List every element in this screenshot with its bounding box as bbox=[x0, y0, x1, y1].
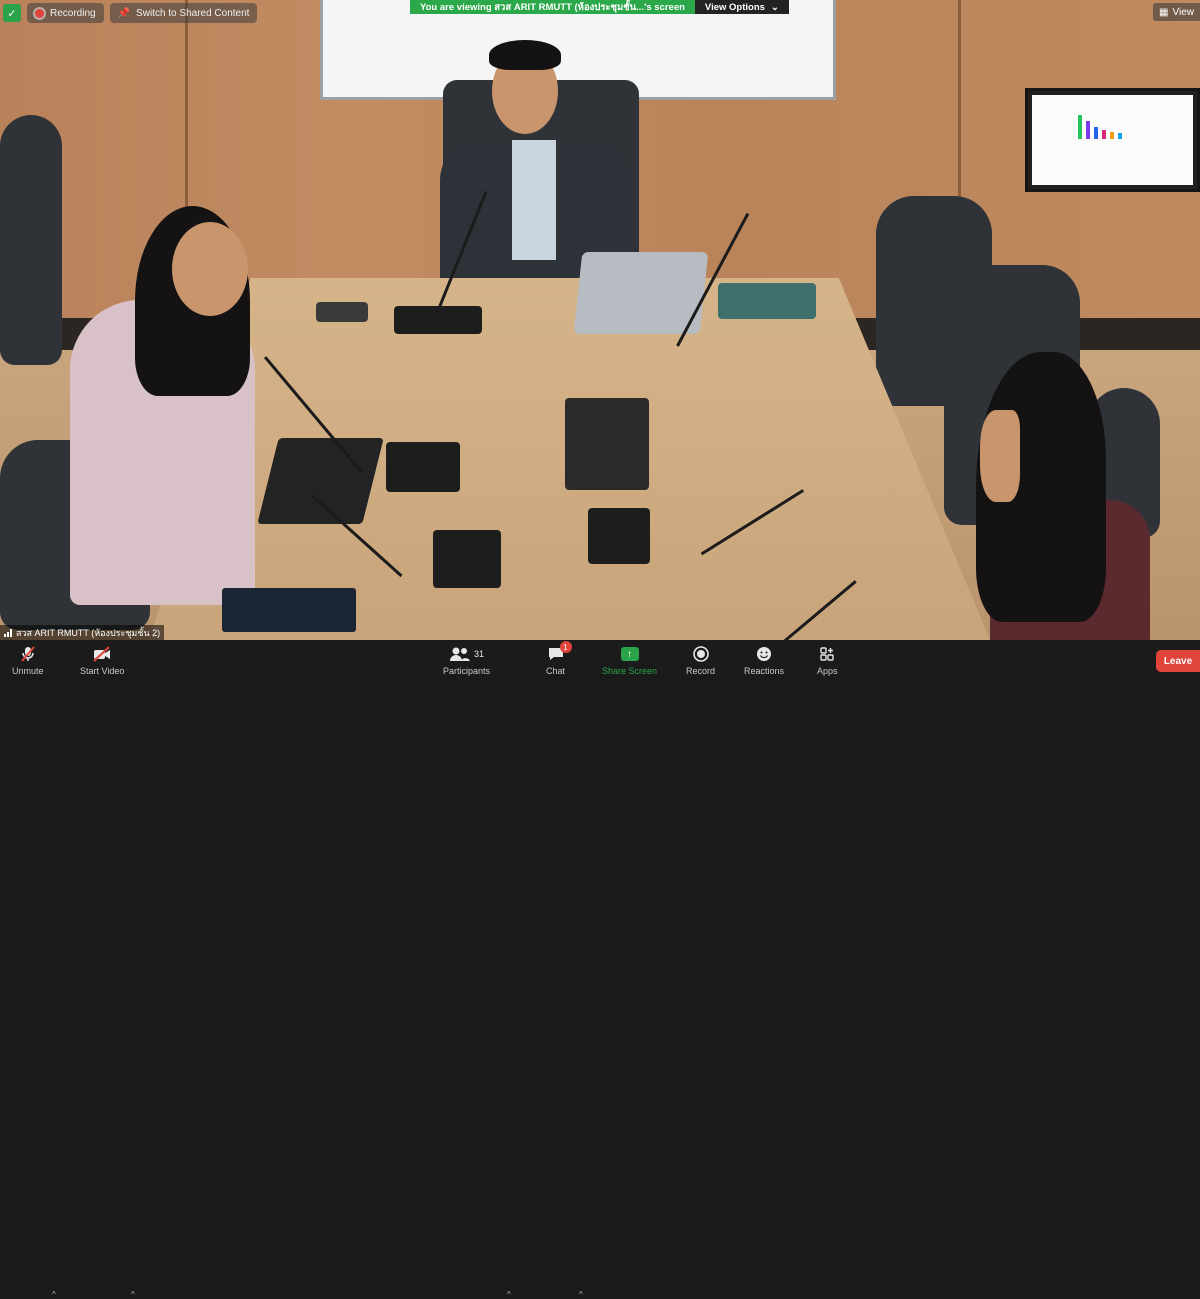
audio-options-caret[interactable]: ^ bbox=[52, 1290, 56, 1299]
signal-icon bbox=[4, 628, 12, 637]
microphone-unit bbox=[386, 442, 460, 492]
switch-label: Switch to Shared Content bbox=[136, 7, 250, 19]
person-right-face bbox=[980, 410, 1020, 502]
leave-button[interactable]: Leave bbox=[1156, 650, 1200, 672]
participant-name-tag: สวส ARIT RMUTT (ห้องประชุมชั้น 2) bbox=[0, 625, 165, 640]
participant-name: สวส ARIT RMUTT (ห้องประชุมชั้น 2) bbox=[16, 627, 161, 638]
video-feed bbox=[0, 0, 1200, 640]
wall-tv bbox=[1025, 88, 1200, 192]
tv-screen bbox=[1032, 95, 1193, 185]
notebook bbox=[222, 588, 356, 632]
phone bbox=[316, 302, 368, 322]
camera-off-icon bbox=[92, 645, 112, 663]
recording-label: Recording bbox=[50, 7, 96, 19]
participants-options-caret[interactable]: ^ bbox=[507, 1290, 511, 1299]
people-icon: 31 bbox=[449, 645, 484, 663]
person-center-shirt bbox=[512, 140, 556, 260]
chat-bubble-icon: 1 bbox=[547, 641, 572, 663]
screen-share-banner: You are viewing สวส ARIT RMUTT (ห้องประช… bbox=[410, 0, 789, 14]
view-options-label: View Options bbox=[704, 1, 765, 13]
tv-chart-bar bbox=[1110, 132, 1114, 139]
pin-icon: 📌 bbox=[117, 7, 131, 19]
microphone-unit bbox=[588, 508, 650, 564]
share-screen-button[interactable]: ↑ Share Screen bbox=[602, 645, 657, 676]
apps-icon bbox=[819, 645, 835, 663]
unmute-button[interactable]: Unmute bbox=[12, 645, 44, 676]
tablet bbox=[718, 283, 816, 319]
apps-button[interactable]: Apps bbox=[817, 645, 838, 676]
participant-count: 31 bbox=[474, 649, 485, 659]
shield-icon[interactable]: ✓ bbox=[3, 4, 21, 22]
participants-button[interactable]: 31 Participants bbox=[443, 645, 490, 676]
chat-options-caret[interactable]: ^ bbox=[579, 1290, 583, 1299]
record-button[interactable]: Record bbox=[686, 645, 715, 676]
share-banner-text: You are viewing สวส ARIT RMUTT (ห้องประช… bbox=[410, 0, 695, 14]
view-options-button[interactable]: View Options ⌄ bbox=[694, 0, 789, 14]
switch-to-shared-content-button[interactable]: 📌 Switch to Shared Content bbox=[109, 3, 258, 23]
chat-unread-badge: 1 bbox=[559, 641, 572, 653]
keyboard bbox=[257, 438, 384, 524]
smiley-icon bbox=[755, 645, 773, 663]
meeting-toolbar: Unmute ^ Start Video ^ 31 Participants ^… bbox=[0, 640, 1200, 1299]
record-icon bbox=[692, 645, 710, 663]
tv-chart-bar bbox=[1118, 133, 1122, 139]
grid-icon: ▦ bbox=[1159, 6, 1169, 18]
record-dot-icon bbox=[35, 8, 44, 18]
reactions-button[interactable]: Reactions bbox=[744, 645, 784, 676]
person-left-head bbox=[172, 222, 248, 316]
share-arrow-icon: ↑ bbox=[620, 645, 639, 663]
microphone-unit bbox=[433, 530, 501, 588]
tissue-box bbox=[565, 398, 649, 490]
recording-indicator[interactable]: Recording bbox=[27, 3, 104, 23]
video-options-caret[interactable]: ^ bbox=[131, 1290, 135, 1299]
tv-chart-bar bbox=[1086, 121, 1090, 139]
meeting-status-bar: ✓ Recording 📌 Switch to Shared Content bbox=[0, 0, 258, 26]
tv-chart-bar bbox=[1094, 127, 1098, 139]
start-video-button[interactable]: Start Video bbox=[80, 645, 124, 676]
chair-left-back bbox=[0, 115, 62, 365]
chat-button[interactable]: 1 Chat bbox=[546, 641, 572, 676]
person-center-hair bbox=[489, 40, 561, 70]
tv-chart-bar bbox=[1078, 115, 1082, 139]
chevron-down-icon: ⌄ bbox=[770, 1, 779, 13]
view-label: View bbox=[1172, 6, 1195, 18]
tv-chart-bar bbox=[1102, 130, 1106, 139]
view-button[interactable]: ▦ View bbox=[1153, 3, 1200, 21]
mic-muted-icon bbox=[19, 645, 37, 663]
